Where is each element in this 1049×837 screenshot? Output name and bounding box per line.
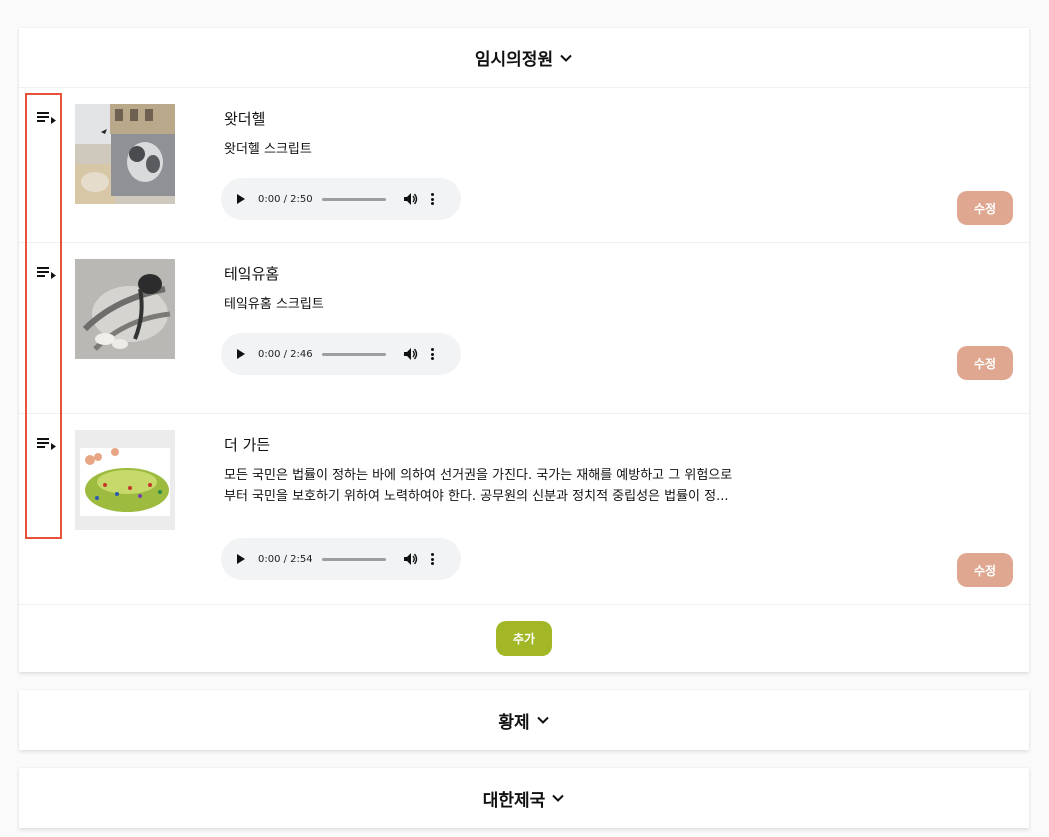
play-icon[interactable]	[237, 554, 245, 564]
section-card-2: 황제	[19, 690, 1029, 750]
section-header-3[interactable]: 대한제국	[19, 768, 1029, 828]
item-description: 왓더헬 스크립트	[224, 142, 312, 157]
description-line: 부터 국민을 보호하기 위하여 노력하여야 한다. 공무원의 신분과 정치적 중…	[224, 489, 729, 504]
play-icon[interactable]	[237, 349, 245, 359]
section-header-1[interactable]: 임시의정원	[19, 28, 1029, 88]
chevron-down-icon	[560, 54, 572, 62]
audio-progress-bar[interactable]	[322, 197, 386, 201]
audio-player[interactable]: 0:00 / 2:46	[221, 333, 461, 375]
drag-handle-icon[interactable]	[37, 265, 59, 281]
audio-player[interactable]: 0:00 / 2:54	[221, 538, 461, 580]
more-options-icon[interactable]	[430, 193, 434, 205]
drag-handle-icon[interactable]	[37, 110, 59, 126]
item-title: 테잌유홈	[224, 265, 280, 283]
section-card-1: 임시의정원 왓더헬 왓더헬 스크립트 0:00 / 2:50 수정 테잌유홈 테…	[19, 28, 1029, 672]
audio-progress-bar[interactable]	[322, 557, 386, 561]
list-item: 테잌유홈 테잌유홈 스크립트 0:00 / 2:46 수정	[19, 243, 1029, 414]
thumbnail-image	[75, 104, 175, 204]
audio-time: 0:00 / 2:46	[258, 348, 313, 360]
chevron-down-icon	[536, 716, 549, 724]
section-header-2[interactable]: 황제	[19, 690, 1029, 750]
section-title: 황제	[498, 712, 530, 733]
section-title: 대한제국	[482, 790, 546, 811]
item-title: 더 가든	[224, 436, 271, 454]
edit-button[interactable]: 수정	[957, 553, 1013, 587]
item-description: 테잌유홈 스크립트	[224, 297, 324, 312]
section-card-3: 대한제국	[19, 768, 1029, 828]
chevron-down-icon	[552, 794, 564, 802]
volume-icon[interactable]	[404, 553, 418, 565]
more-options-icon[interactable]	[430, 348, 434, 360]
audio-time: 0:00 / 2:54	[258, 553, 313, 565]
edit-button[interactable]: 수정	[957, 191, 1013, 225]
thumbnail-image	[75, 259, 175, 359]
play-icon[interactable]	[237, 194, 245, 204]
item-description: 모든 국민은 법률이 정하는 바에 의하여 선거권을 가진다. 국가는 재해를 …	[224, 465, 784, 507]
list-item: 왓더헬 왓더헬 스크립트 0:00 / 2:50 수정	[19, 88, 1029, 243]
list-item: 더 가든 모든 국민은 법률이 정하는 바에 의하여 선거권을 가진다. 국가는…	[19, 414, 1029, 605]
add-button[interactable]: 추가	[496, 621, 552, 656]
more-options-icon[interactable]	[430, 553, 434, 565]
audio-player[interactable]: 0:00 / 2:50	[221, 178, 461, 220]
section-title: 임시의정원	[474, 50, 554, 70]
thumbnail-image	[75, 430, 175, 530]
volume-icon[interactable]	[404, 193, 418, 205]
drag-handle-icon[interactable]	[37, 436, 59, 452]
edit-button[interactable]: 수정	[957, 346, 1013, 380]
volume-icon[interactable]	[404, 348, 418, 360]
description-line: 모든 국민은 법률이 정하는 바에 의하여 선거권을 가진다. 국가는 재해를 …	[224, 468, 733, 483]
audio-progress-bar[interactable]	[322, 352, 386, 356]
audio-time: 0:00 / 2:50	[258, 193, 313, 205]
item-title: 왓더헬	[224, 110, 266, 128]
